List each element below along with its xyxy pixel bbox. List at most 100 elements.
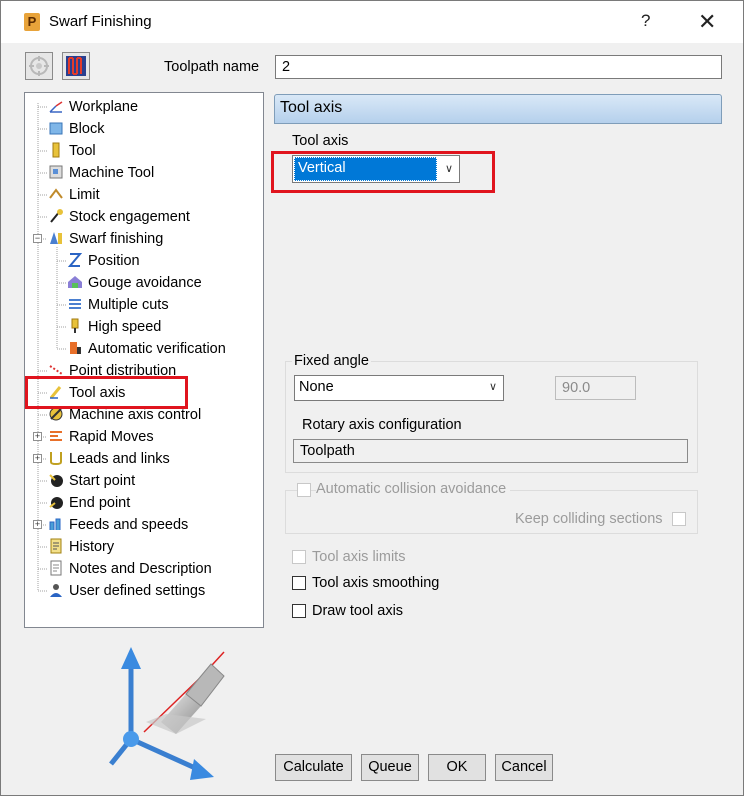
toolpath-name-input[interactable] — [275, 55, 722, 79]
tree-item-label: Leads and links — [69, 451, 170, 467]
gouge-avoidance-icon — [67, 274, 83, 290]
tree-item-label: Workplane — [69, 99, 139, 115]
strategy-tree: − + + + Workplane Block Tool Machine Too… — [24, 92, 264, 628]
tree-item-notes-and-description[interactable]: Notes and Description — [48, 559, 212, 579]
draw-tool-axis-label: Draw tool axis — [312, 603, 404, 619]
leads-and-links-icon — [48, 450, 64, 466]
tree-item-tool-axis[interactable]: Tool axis — [48, 383, 125, 403]
tree-item-label: Feeds and speeds — [69, 517, 189, 533]
fixed-angle-select[interactable]: None ∨ — [294, 375, 504, 401]
calculate-button[interactable]: Calculate — [275, 754, 352, 781]
keep-colliding-sections-checkbox — [672, 512, 686, 526]
tree-item-label: Block — [69, 121, 105, 137]
tree-item-label: Gouge avoidance — [88, 275, 202, 291]
tree-item-label: Multiple cuts — [88, 297, 169, 313]
tree-item-label: Rapid Moves — [69, 429, 154, 445]
tree-item-machine-tool[interactable]: Machine Tool — [48, 163, 154, 183]
tree-item-automatic-verification[interactable]: Automatic verification — [67, 339, 226, 359]
tool-axis-select[interactable]: Vertical ∨ — [292, 155, 460, 183]
swarf-finishing-dialog: P Swarf Finishing ? ✕ Toolpath name 2 − … — [0, 0, 744, 796]
tool-axis-selected-value: Vertical — [294, 157, 437, 181]
tree-item-gouge-avoidance[interactable]: Gouge avoidance — [67, 273, 202, 293]
point-distribution-icon — [48, 362, 64, 378]
tree-item-label: End point — [69, 495, 131, 511]
notes-icon — [48, 560, 64, 576]
history-icon — [48, 538, 64, 554]
tree-item-label: Tool axis — [69, 385, 126, 401]
tree-item-label: Limit — [69, 187, 100, 203]
automatic-collision-avoidance-label: Automatic collision avoidance — [316, 481, 511, 497]
tree-item-label: Point distribution — [69, 363, 177, 379]
automatic-collision-avoidance-checkbox — [297, 483, 311, 497]
tree-item-rapid-moves[interactable]: Rapid Moves — [48, 427, 154, 447]
tree-item-start-point[interactable]: Start point — [48, 471, 135, 491]
tool-axis-icon — [48, 384, 64, 400]
toolpath-pattern-icon[interactable] — [62, 52, 90, 80]
user-settings-icon — [48, 582, 64, 598]
limit-icon — [48, 186, 64, 202]
high-speed-icon — [67, 318, 83, 334]
tree-item-label: Start point — [69, 473, 136, 489]
powermill-app-icon: P — [24, 13, 40, 31]
tree-item-workplane[interactable]: Workplane — [48, 97, 138, 117]
draw-tool-axis-checkbox[interactable] — [292, 604, 306, 618]
start-point-icon — [48, 472, 64, 488]
title-bar: P Swarf Finishing ? ✕ — [1, 1, 743, 43]
tree-item-high-speed[interactable]: High speed — [67, 317, 161, 337]
machine-tool-icon — [48, 164, 64, 180]
tree-item-end-point[interactable]: End point — [48, 493, 130, 513]
tree-item-position[interactable]: Position — [67, 251, 140, 271]
rapid-moves-expand[interactable]: + — [33, 432, 42, 441]
swarf-finishing-collapse[interactable]: − — [33, 234, 42, 243]
toolpath-name-label: Toolpath name — [164, 59, 260, 75]
preview-icon[interactable] — [25, 52, 53, 80]
tree-item-limit[interactable]: Limit — [48, 185, 100, 205]
tree-item-feeds-and-speeds[interactable]: Feeds and speeds — [48, 515, 188, 535]
swarf-finishing-icon — [48, 230, 64, 246]
feeds-and-speeds-icon — [48, 516, 64, 532]
tool-axis-limits-label: Tool axis limits — [312, 549, 406, 565]
fixed-angle-number-field: 90.0 — [555, 376, 636, 400]
rapid-moves-icon — [48, 428, 64, 444]
position-icon — [67, 252, 83, 268]
tool-axis-label: Tool axis — [292, 133, 349, 149]
automatic-verification-icon — [67, 340, 83, 356]
tree-item-label: History — [69, 539, 115, 555]
tool-axis-smoothing-checkbox[interactable] — [292, 576, 306, 590]
tree-item-label: User defined settings — [69, 583, 206, 599]
chevron-down-icon: ∨ — [444, 163, 453, 175]
stock-engagement-icon — [48, 208, 64, 224]
tool-axis-smoothing-label: Tool axis smoothing — [312, 575, 440, 591]
tree-item-user-defined-settings[interactable]: User defined settings — [48, 581, 205, 601]
tree-item-tool[interactable]: Tool — [48, 141, 96, 161]
workplane-icon — [48, 98, 64, 114]
window-title: Swarf Finishing — [49, 13, 152, 30]
tree-item-history[interactable]: History — [48, 537, 114, 557]
fixed-angle-value: None — [299, 379, 334, 395]
cancel-button[interactable]: Cancel — [495, 754, 553, 781]
tree-item-label: High speed — [88, 319, 162, 335]
fixed-angle-group-label: Fixed angle — [292, 353, 371, 369]
rotary-axis-config-field: Toolpath — [293, 439, 688, 463]
tree-item-point-distribution[interactable]: Point distribution — [48, 361, 176, 381]
tree-item-block[interactable]: Block — [48, 119, 104, 139]
tree-item-label: Automatic verification — [88, 341, 226, 357]
tree-item-multiple-cuts[interactable]: Multiple cuts — [67, 295, 169, 315]
tree-item-leads-and-links[interactable]: Leads and links — [48, 449, 170, 469]
tool-axis-illustration — [109, 647, 225, 780]
tree-item-stock-engagement[interactable]: Stock engagement — [48, 207, 190, 227]
panel-header-tool-axis: Tool axis — [274, 94, 722, 124]
keep-colliding-sections-label: Keep colliding sections — [515, 511, 663, 527]
close-button[interactable]: ✕ — [698, 9, 716, 35]
ok-button[interactable]: OK — [428, 754, 486, 781]
tree-item-machine-axis-control[interactable]: Machine axis control — [48, 405, 201, 425]
leads-links-expand[interactable]: + — [33, 454, 42, 463]
tool-icon — [48, 142, 64, 158]
tree-item-swarf-finishing[interactable]: Swarf finishing — [48, 229, 163, 249]
tool-axis-limits-checkbox — [292, 550, 306, 564]
tree-item-label: Tool — [69, 143, 96, 159]
feeds-speeds-expand[interactable]: + — [33, 520, 42, 529]
queue-button[interactable]: Queue — [361, 754, 419, 781]
help-button[interactable]: ? — [641, 11, 650, 31]
multiple-cuts-icon — [67, 296, 83, 312]
